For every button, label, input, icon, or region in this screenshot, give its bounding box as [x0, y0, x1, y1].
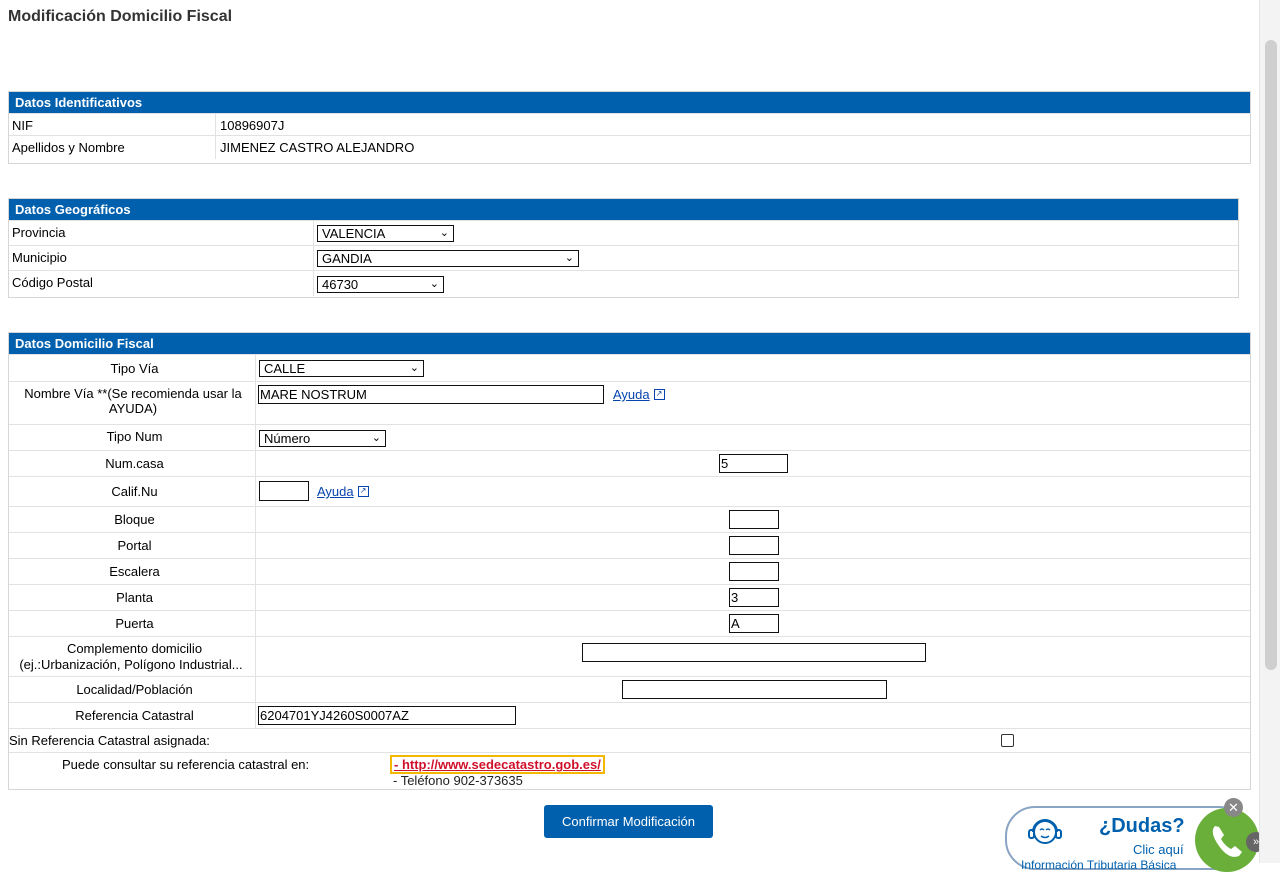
complemento-input[interactable] — [582, 643, 926, 662]
municipio-label: Municipio — [12, 250, 67, 265]
close-icon[interactable]: ✕ — [1224, 798, 1243, 817]
portal-input[interactable] — [729, 536, 779, 555]
tipo-via-label: Tipo Vía — [110, 361, 159, 376]
sedecatastro-link[interactable]: - http://www.sedecatastro.gob.es/ — [390, 755, 605, 774]
complemento-label-1: Complemento domicilio — [66, 641, 203, 656]
tipo-num-label: Tipo Num — [106, 429, 163, 444]
provincia-select[interactable]: VALENCIA ⌄ — [317, 225, 454, 242]
num-casa-input[interactable]: 5 — [719, 454, 788, 473]
dudas-subtitle: Clic aquí — [1133, 842, 1184, 857]
scrollbar[interactable] — [1259, 0, 1280, 863]
support-agent-icon — [1028, 819, 1062, 844]
chevron-down-icon: ⌄ — [439, 227, 449, 239]
row-complemento: Complemento domicilio (ej.:Urbanización,… — [9, 636, 1250, 676]
municipio-selected: GANDIA — [322, 251, 372, 266]
external-link-icon: ↗ — [653, 389, 665, 400]
row-portal: Portal — [9, 532, 1250, 558]
row-bloque: Bloque — [9, 506, 1250, 532]
dudas-footer: Información Tributaria Básica — [1021, 858, 1177, 872]
ayuda-link-calif[interactable]: Ayuda ↗ — [317, 484, 369, 500]
provincia-label: Provincia — [12, 225, 66, 240]
nif-value: 10896907J — [220, 118, 285, 133]
tipo-num-selected: Número — [264, 431, 311, 446]
row-nif: NIF 10896907J — [9, 113, 1250, 135]
nombre-via-input[interactable]: MARE NOSTRUM — [258, 385, 604, 404]
puerta-input[interactable]: A — [729, 614, 779, 633]
cp-label: Código Postal — [12, 275, 93, 290]
confirmar-modificacion-button[interactable]: Confirmar Modificación — [544, 805, 713, 838]
bloque-label: Bloque — [114, 512, 155, 527]
row-calif-nu: Calif.Nu Ayuda ↗ — [9, 476, 1250, 506]
calif-label: Calif.Nu — [111, 484, 158, 499]
ayuda-link-text: Ayuda — [317, 484, 354, 499]
portal-label: Portal — [117, 538, 152, 553]
page-title: Modificación Domicilio Fiscal — [8, 8, 233, 25]
row-num-casa: Num.casa 5 — [9, 450, 1250, 476]
ref-catastral-label: Referencia Catastral — [75, 708, 194, 723]
localidad-label: Localidad/Población — [76, 682, 193, 697]
puerta-label: Puerta — [115, 616, 154, 631]
row-provincia: Provincia VALENCIA ⌄ — [9, 220, 1238, 245]
row-nombre: Apellidos y Nombre JIMENEZ CASTRO ALEJAN… — [9, 135, 1250, 159]
num-casa-label: Num.casa — [105, 456, 164, 471]
planta-label: Planta — [116, 590, 153, 605]
nif-label: NIF — [12, 118, 33, 133]
cp-selected: 46730 — [322, 277, 359, 292]
row-puerta: Puerta A — [9, 610, 1250, 636]
panel-header-identificativos: Datos Identificativos — [9, 92, 1250, 113]
row-sin-ref: Sin Referencia Catastral asignada: — [9, 728, 1250, 752]
tipo-via-select[interactable]: CALLE ⌄ — [259, 360, 424, 377]
escalera-label: Escalera — [109, 564, 160, 579]
panel-header-domicilio: Datos Domicilio Fiscal — [9, 333, 1250, 354]
nombre-via-label: Nombre Vía **(Se recomienda usar la AYUD… — [24, 386, 242, 416]
row-localidad: Localidad/Población — [9, 676, 1250, 702]
cp-select[interactable]: 46730 ⌄ — [317, 276, 444, 293]
datos-geograficos-panel: Datos Geográficos Provincia VALENCIA ⌄ M… — [8, 198, 1239, 298]
row-ref-catastral: Referencia Catastral 6204701YJ4260S0007A… — [9, 702, 1250, 728]
row-municipio: Municipio GANDIA ⌄ — [9, 245, 1238, 270]
nombre-value: JIMENEZ CASTRO ALEJANDRO — [220, 140, 415, 155]
row-tipo-num: Tipo Num Número ⌄ — [9, 424, 1250, 450]
localidad-input[interactable] — [622, 680, 887, 699]
tipo-via-selected: CALLE — [264, 361, 306, 376]
external-link-icon: ↗ — [357, 486, 369, 497]
ref-catastral-input[interactable]: 6204701YJ4260S0007AZ — [258, 706, 516, 725]
municipio-select[interactable]: GANDIA ⌄ — [317, 250, 579, 267]
chevron-down-icon: ⌄ — [429, 278, 439, 290]
chevron-down-icon: ⌄ — [564, 252, 574, 264]
dudas-title: ¿Dudas? — [1099, 815, 1185, 837]
chevron-down-icon: ⌄ — [409, 362, 419, 374]
sin-ref-label: Sin Referencia Catastral asignada: — [9, 733, 210, 748]
row-tipo-via: Tipo Vía CALLE ⌄ — [9, 354, 1250, 381]
consulta-label: Puede consultar su referencia catastral … — [62, 757, 310, 772]
planta-input[interactable]: 3 — [729, 588, 779, 607]
sin-ref-checkbox[interactable] — [1001, 734, 1014, 747]
row-planta: Planta 3 — [9, 584, 1250, 610]
datos-identificativos-panel: Datos Identificativos NIF 10896907J Apel… — [8, 91, 1251, 164]
complemento-label-2: (ej.:Urbanización, Polígono Industrial..… — [19, 657, 243, 672]
datos-domicilio-panel: Datos Domicilio Fiscal Tipo Vía CALLE ⌄ … — [8, 332, 1251, 790]
tipo-num-select[interactable]: Número ⌄ — [259, 430, 386, 447]
row-escalera: Escalera — [9, 558, 1250, 584]
ayuda-link-nombre-via[interactable]: Ayuda ↗ — [613, 387, 665, 403]
panel-header-geograficos: Datos Geográficos — [9, 199, 1238, 220]
escalera-input[interactable] — [729, 562, 779, 581]
consulta-phone: - Teléfono 902-373635 — [393, 773, 523, 788]
row-nombre-via: Nombre Vía **(Se recomienda usar la AYUD… — [9, 381, 1250, 424]
chevron-down-icon: ⌄ — [371, 432, 381, 444]
nombre-label: Apellidos y Nombre — [12, 140, 125, 155]
row-codigo-postal: Código Postal 46730 ⌄ — [9, 270, 1238, 296]
provincia-selected: VALENCIA — [322, 226, 386, 241]
bloque-input[interactable] — [729, 510, 779, 529]
scrollbar-thumb[interactable] — [1265, 40, 1277, 670]
calif-input[interactable] — [259, 481, 309, 501]
row-consulta: Puede consultar su referencia catastral … — [9, 752, 1250, 789]
ayuda-link-text: Ayuda — [613, 387, 650, 402]
